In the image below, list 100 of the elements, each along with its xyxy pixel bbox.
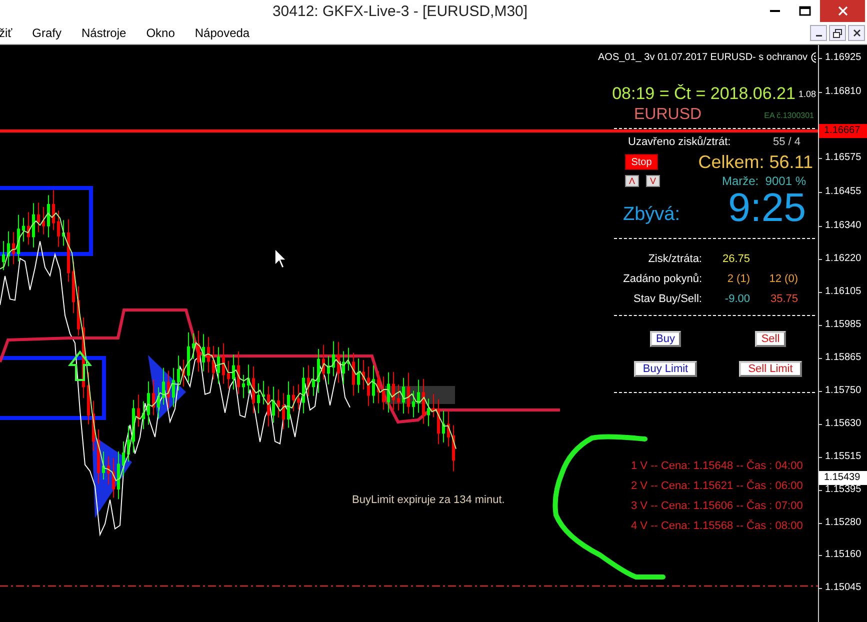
close-icon (852, 29, 860, 37)
candle (447, 410, 450, 448)
candle (342, 350, 345, 385)
menu-item[interactable]: Nástroje (80, 26, 128, 40)
candle (47, 194, 50, 238)
candle (207, 336, 210, 374)
restore-button[interactable] (829, 25, 846, 41)
candle (152, 379, 155, 416)
candle (192, 332, 195, 360)
candle (407, 372, 410, 414)
candle (132, 399, 135, 454)
total-profit: Celkem: 56.11 (698, 152, 813, 172)
candle (22, 217, 25, 242)
candle (437, 398, 440, 445)
bid-price-badge: 1.15439 (819, 471, 867, 485)
candle (442, 410, 445, 443)
candle (102, 451, 105, 480)
remaining-time: 9:25 (728, 186, 806, 230)
price-label: 1.16575 (825, 151, 862, 165)
stat-label: Zisk/ztráta: (647, 253, 702, 265)
mouse-cursor-icon (274, 248, 287, 269)
date-time: 08:19 = Čt = 2018.06.21 (612, 84, 796, 104)
arrow-button[interactable]: V (646, 175, 660, 187)
candle (417, 379, 420, 414)
candle (262, 380, 265, 405)
menu-item[interactable]: Grafy (31, 26, 63, 40)
candle (62, 220, 65, 246)
candle (107, 456, 110, 485)
candle (357, 358, 360, 394)
candle (317, 348, 320, 394)
price-level-badge: 1.16667 (819, 124, 867, 138)
candle (322, 344, 325, 380)
stat-value: 26.75 (721, 253, 750, 265)
candle (72, 261, 75, 314)
candle (377, 370, 380, 404)
price-label: 1.15280 (825, 516, 862, 530)
candle (7, 230, 10, 267)
candle (137, 394, 140, 428)
price-label: 1.16220 (825, 252, 862, 266)
buy-button[interactable]: Buy (650, 331, 681, 347)
arrow-button[interactable]: Λ (625, 175, 639, 187)
minimize-button[interactable] (810, 25, 827, 41)
candle (87, 372, 90, 425)
candle (372, 364, 375, 404)
stop-button[interactable]: Stop (625, 154, 658, 170)
stat-value: 2 (1) (726, 273, 750, 285)
menu-item[interactable]: Okno (145, 26, 176, 40)
candle (32, 202, 35, 248)
candle (312, 366, 315, 396)
candle (222, 342, 225, 384)
candle (252, 366, 255, 414)
sell-button[interactable]: Sell Limit (739, 361, 802, 377)
candle (292, 385, 295, 412)
candle (212, 345, 215, 380)
candle (197, 330, 200, 372)
candle (422, 378, 425, 424)
price-label: 1.15630 (825, 417, 862, 431)
order-line: 3 V -- Cena: 1.15606 -- Čas : 07:00 (631, 498, 803, 514)
candle (172, 367, 175, 408)
candle (402, 377, 405, 414)
candle (127, 425, 130, 462)
candle (227, 360, 230, 390)
candle (232, 354, 235, 390)
candle (337, 341, 340, 384)
candle (287, 380, 290, 428)
price-label: 1.16105 (825, 285, 862, 299)
candle (307, 364, 310, 397)
candle (67, 218, 70, 282)
order-line: 4 V -- Cena: 1.15568 -- Čas : 08:00 (631, 518, 803, 534)
price-label: 1.16455 (825, 185, 862, 199)
order-line: 2 V -- Cena: 1.15621 -- Čas : 06:00 (631, 478, 803, 494)
remaining-label: Zbývá: (623, 204, 680, 226)
candle (147, 380, 150, 426)
candle (432, 394, 435, 418)
candle (167, 370, 170, 408)
candle (277, 388, 280, 418)
candle (57, 210, 60, 248)
candle (397, 384, 400, 412)
stat-value: -9.00 (724, 293, 750, 305)
close-button[interactable] (820, 0, 865, 22)
price-label: 1.16340 (825, 219, 862, 233)
candle (42, 206, 45, 235)
candle (202, 334, 205, 372)
sell-button[interactable]: Sell (755, 331, 786, 347)
candle (237, 350, 240, 395)
stat-label: Zadáno pokynů: (622, 273, 702, 285)
price-label: 1.15160 (825, 548, 862, 562)
buy-button[interactable]: Buy Limit (634, 361, 698, 377)
candle (352, 352, 355, 396)
candle (327, 355, 330, 385)
candle (112, 458, 115, 498)
candle (52, 190, 55, 231)
menu-item[interactable]: Nápoveda (194, 26, 251, 40)
candle (362, 359, 365, 390)
candle (392, 371, 395, 410)
close-button[interactable] (848, 25, 865, 41)
price-label: 1.16810 (825, 85, 862, 99)
price-label: 1.15515 (825, 450, 862, 464)
candle (452, 424, 455, 472)
chart-note: BuyLimit expiruje za 134 minut. (352, 494, 505, 506)
